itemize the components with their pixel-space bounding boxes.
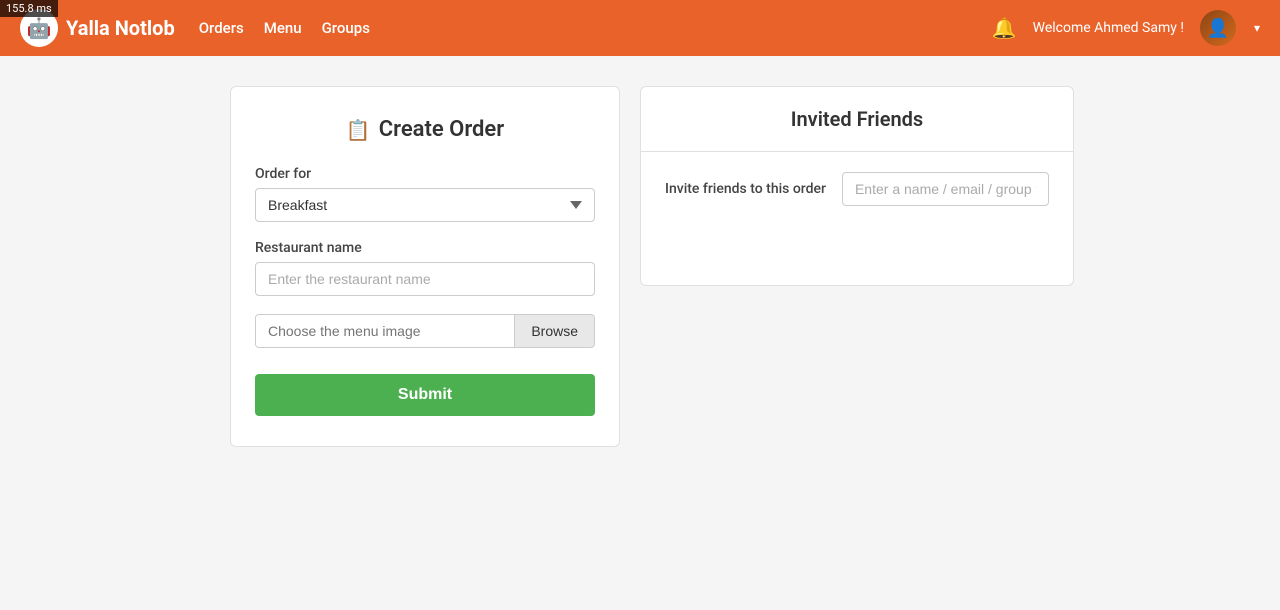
debug-time: 155.8 — [6, 2, 34, 15]
restaurant-name-group: Restaurant name — [255, 240, 595, 296]
user-dropdown-caret[interactable]: ▾ — [1254, 21, 1260, 35]
navbar-right: 🔔 Welcome Ahmed Samy ! 👤 ▾ — [992, 10, 1260, 46]
brand-name: Yalla Notlob — [66, 16, 175, 40]
order-for-group: Order for Breakfast Lunch Dinner — [255, 166, 595, 222]
file-input-group: Browse — [255, 314, 595, 348]
menu-image-input[interactable] — [256, 315, 514, 347]
bell-icon[interactable]: 🔔 — [992, 16, 1017, 40]
avatar[interactable]: 👤 — [1200, 10, 1236, 46]
order-for-label: Order for — [255, 166, 595, 182]
navbar-left: 🤖 Yalla Notlob Orders Menu Groups — [20, 9, 370, 47]
invited-friends-header: Invited Friends — [641, 87, 1073, 152]
create-order-title-text: Create Order — [379, 117, 504, 142]
invited-friends-title: Invited Friends — [665, 107, 1049, 131]
nav-link-menu[interactable]: Menu — [264, 19, 302, 37]
navbar-links: Orders Menu Groups — [199, 19, 370, 37]
menu-image-group: Browse — [255, 314, 595, 348]
restaurant-name-input[interactable] — [255, 262, 595, 296]
invite-input[interactable] — [842, 172, 1049, 206]
navbar: 🤖 Yalla Notlob Orders Menu Groups 🔔 Welc… — [0, 0, 1280, 56]
main-content: 📋 Create Order Order for Breakfast Lunch… — [0, 56, 1280, 477]
nav-link-orders[interactable]: Orders — [199, 19, 244, 37]
invite-label: Invite friends to this order — [665, 181, 826, 197]
clipboard-icon: 📋 — [346, 118, 371, 142]
order-for-select[interactable]: Breakfast Lunch Dinner — [255, 188, 595, 222]
welcome-text: Welcome Ahmed Samy ! — [1033, 20, 1184, 36]
restaurant-name-label: Restaurant name — [255, 240, 595, 256]
create-order-card: 📋 Create Order Order for Breakfast Lunch… — [230, 86, 620, 447]
nav-link-groups[interactable]: Groups — [322, 19, 370, 37]
debug-badge: 155.8 ms — [0, 0, 58, 17]
invited-friends-card: Invited Friends Invite friends to this o… — [640, 86, 1074, 286]
debug-unit: ms — [36, 2, 51, 15]
invite-row: Invite friends to this order — [641, 152, 1073, 226]
browse-button[interactable]: Browse — [514, 315, 594, 347]
submit-button[interactable]: Submit — [255, 374, 595, 416]
create-order-title: 📋 Create Order — [255, 117, 595, 142]
